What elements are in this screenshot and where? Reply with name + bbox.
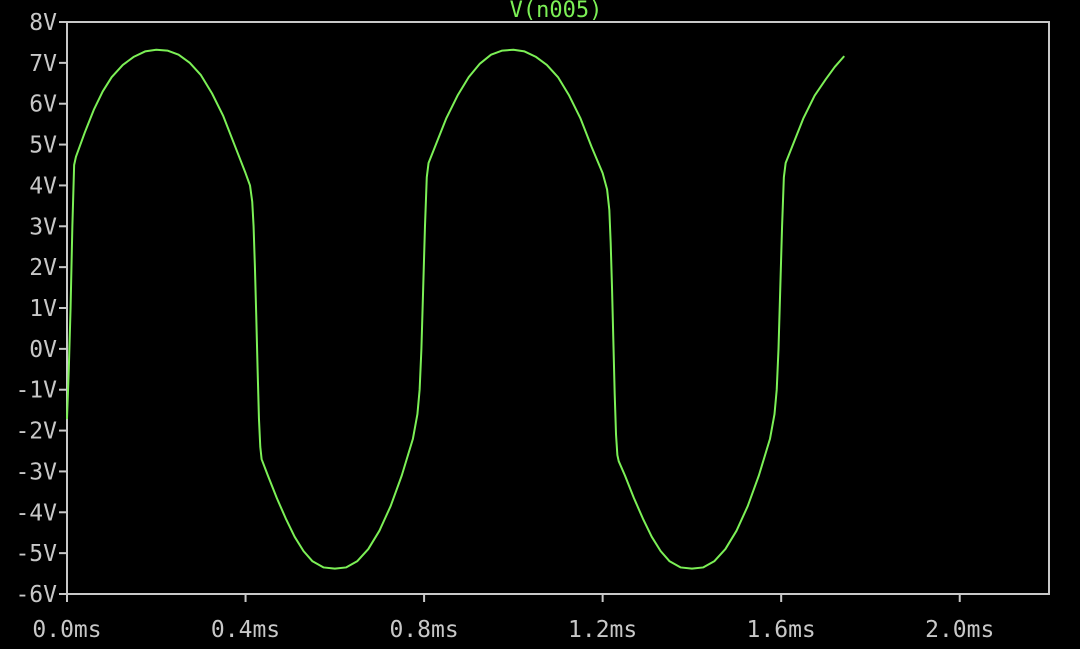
trace-title[interactable]: V(n005) <box>510 0 603 23</box>
x-tick-label: 0.0ms <box>32 617 101 643</box>
y-tick-label: 3V <box>29 214 57 240</box>
plot-background <box>0 0 1080 644</box>
waveform-plot[interactable]: 8V 7V 6V 5V 4V 3V 2V 1V 0V -1V -2V -3V -4V -5V -6V 0.0… <box>0 0 1080 644</box>
x-tick-label: 1.2ms <box>568 617 637 643</box>
y-tick-label: 2V <box>29 255 57 281</box>
waveform-viewer: 8V 7V 6V 5V 4V 3V 2V 1V 0V -1V -2V -3V -4V -5V -6V 0.0… <box>0 0 1080 644</box>
y-tick-label: 7V <box>29 51 57 77</box>
y-tick-label: -2V <box>15 419 57 445</box>
y-tick-label: 8V <box>29 10 57 36</box>
y-tick-label: -6V <box>15 582 57 608</box>
x-tick-label: 2.0ms <box>925 617 994 643</box>
y-tick-label: -3V <box>15 459 57 485</box>
y-tick-label: 5V <box>29 133 57 159</box>
y-tick-label: 1V <box>29 296 57 322</box>
x-tick-label: 0.4ms <box>211 617 280 643</box>
x-tick-label: 1.6ms <box>747 617 816 643</box>
y-tick-label: -4V <box>15 500 57 526</box>
x-tick-label: 0.8ms <box>389 617 458 643</box>
y-tick-label: 0V <box>29 337 57 363</box>
y-tick-label: 6V <box>29 92 57 118</box>
y-tick-label: -5V <box>15 541 57 567</box>
y-tick-label: 4V <box>29 173 57 199</box>
y-tick-label: -1V <box>15 378 57 404</box>
